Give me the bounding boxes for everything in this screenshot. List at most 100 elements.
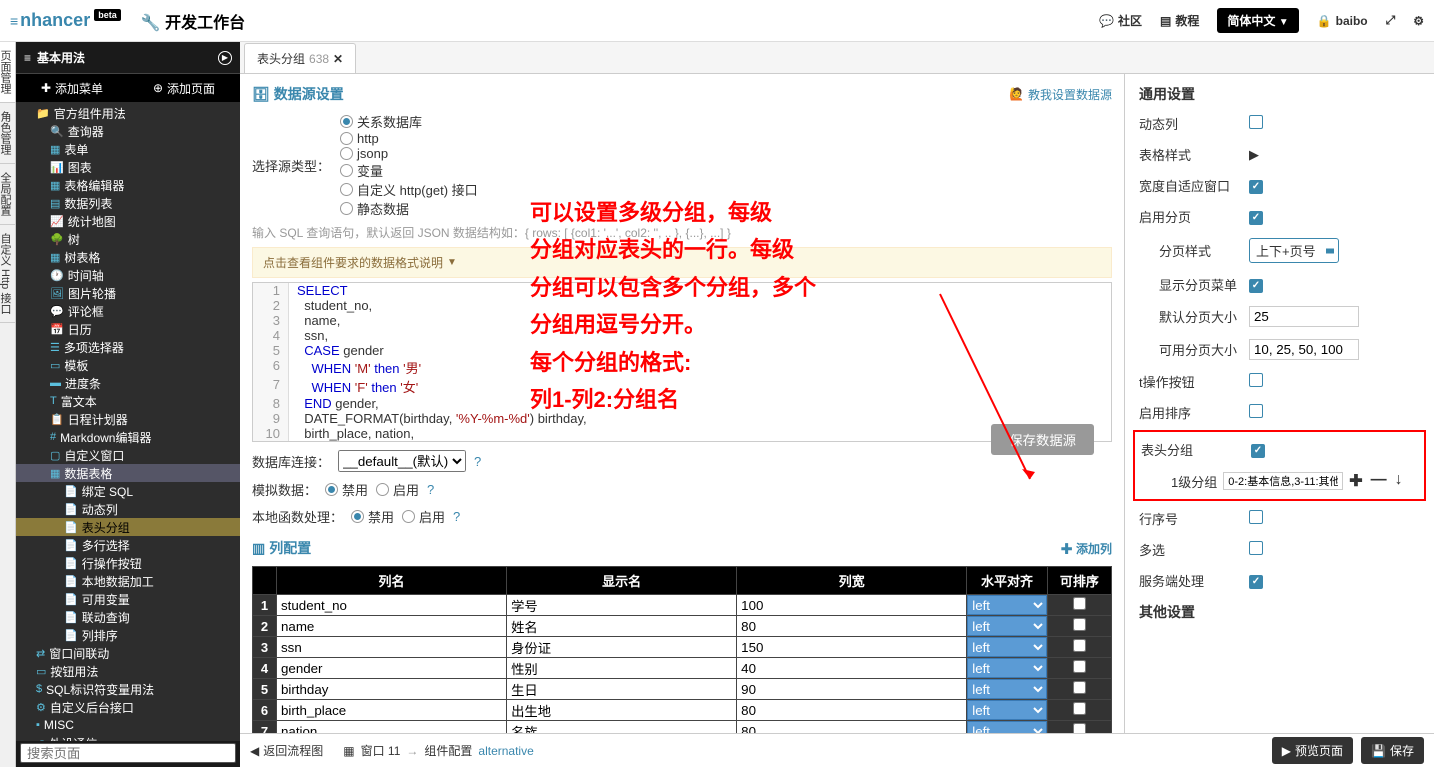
tree-file[interactable]: 📄行操作按钮 — [16, 554, 240, 572]
col-disp-input[interactable] — [507, 679, 736, 699]
group-value-input[interactable] — [1223, 472, 1343, 490]
user-menu[interactable]: 🔒baibo — [1317, 14, 1368, 28]
tab-header-group[interactable]: 表头分组638 ✕ — [244, 43, 356, 73]
col-disp-input[interactable] — [507, 700, 736, 720]
tree-folder[interactable]: #Markdown编辑器 — [16, 428, 240, 446]
col-align-select[interactable]: left — [967, 616, 1046, 636]
settings-icon[interactable]: ⚙ — [1413, 14, 1424, 28]
col-align-select[interactable]: left — [967, 721, 1046, 733]
property-text-input[interactable] — [1249, 339, 1359, 360]
tree-file[interactable]: 📄表头分组 — [16, 518, 240, 536]
col-width-input[interactable] — [737, 658, 966, 678]
group-down-icon[interactable]: ↓ — [1395, 471, 1403, 491]
add-column-button[interactable]: ✚ 添加列 — [1061, 540, 1112, 557]
add-menu-button[interactable]: ✚添加菜单 — [16, 80, 128, 97]
tree-folder[interactable]: ▤数据列表 — [16, 194, 240, 212]
col-sortable-checkbox[interactable] — [1073, 597, 1086, 610]
col-width-input[interactable] — [737, 595, 966, 615]
tree-file[interactable]: 📄本地数据加工 — [16, 572, 240, 590]
col-disp-input[interactable] — [507, 721, 736, 733]
tree-folder[interactable]: 📁官方组件用法 — [16, 104, 240, 122]
tree-folder[interactable]: 📈统计地图 — [16, 212, 240, 230]
col-width-input[interactable] — [737, 679, 966, 699]
property-checkbox[interactable] — [1249, 575, 1263, 589]
tree-folder[interactable]: ▭模板 — [16, 356, 240, 374]
property-checkbox[interactable] — [1249, 510, 1263, 524]
col-name-input[interactable] — [277, 616, 506, 636]
add-page-button[interactable]: ⊕添加页面 — [128, 80, 240, 97]
tree-folder[interactable]: ⇄窗口间联动 — [16, 644, 240, 662]
col-align-select[interactable]: left — [967, 637, 1046, 657]
source-type-radio[interactable]: 静态数据 — [340, 199, 478, 218]
source-type-radio[interactable]: 自定义 http(get) 接口 — [340, 180, 478, 199]
property-checkbox[interactable] — [1249, 180, 1263, 194]
property-text-input[interactable] — [1249, 306, 1359, 327]
tree-folder[interactable]: 🖼图片轮播 — [16, 284, 240, 302]
vertical-tab[interactable]: 自定义 Http 接口 — [0, 225, 15, 323]
tree-file[interactable]: 📄多行选择 — [16, 536, 240, 554]
tree-file[interactable]: 📄动态列 — [16, 500, 240, 518]
col-sortable-checkbox[interactable] — [1073, 723, 1086, 733]
tree-folder[interactable]: ↗外设通信 — [16, 734, 240, 741]
vertical-tab[interactable]: 全局配置 — [0, 164, 15, 225]
play-icon[interactable]: ▶ — [218, 51, 232, 65]
source-type-radio[interactable]: 变量 — [340, 161, 478, 180]
tree-folder[interactable]: ▭按钮用法 — [16, 662, 240, 680]
col-sortable-checkbox[interactable] — [1073, 618, 1086, 631]
tree-folder[interactable]: $SQL标识符变量用法 — [16, 680, 240, 698]
db-conn-select[interactable]: __default__(默认) — [338, 450, 466, 472]
help-icon[interactable]: ? — [427, 482, 434, 497]
col-disp-input[interactable] — [507, 637, 736, 657]
language-select[interactable]: 简体中文 ▼ — [1217, 8, 1298, 33]
col-align-select[interactable]: left — [967, 700, 1046, 720]
property-checkbox[interactable] — [1249, 211, 1263, 225]
tree-file[interactable]: 📄可用变量 — [16, 590, 240, 608]
expand-icon[interactable]: ▶ — [1249, 147, 1259, 162]
tutorial-link[interactable]: ▤教程 — [1160, 12, 1199, 29]
source-type-radio[interactable]: jsonp — [340, 146, 478, 161]
col-sortable-checkbox[interactable] — [1073, 639, 1086, 652]
workbench-link[interactable]: 🔧 开发工作台 — [141, 9, 245, 33]
close-icon[interactable]: ✕ — [333, 52, 343, 66]
tree-folder[interactable]: ▦树表格 — [16, 248, 240, 266]
logo[interactable]: ≡ nhancer beta — [10, 10, 121, 31]
datasource-help-link[interactable]: 🙋教我设置数据源 — [1009, 86, 1112, 103]
col-name-input[interactable] — [277, 721, 506, 733]
help-icon[interactable]: ? — [474, 454, 481, 469]
expand-icon[interactable]: ⤢ — [1386, 13, 1396, 28]
mock-enable-radio[interactable]: 启用 — [376, 480, 419, 499]
mock-disable-radio[interactable]: 禁用 — [325, 480, 368, 499]
save-datasource-button[interactable]: 保存数据源 — [991, 424, 1094, 455]
tree-folder[interactable]: 💬评论框 — [16, 302, 240, 320]
tree-folder[interactable]: 📋日程计划器 — [16, 410, 240, 428]
tree-folder[interactable]: 📅日历 — [16, 320, 240, 338]
tree-folder[interactable]: ▦数据表格 — [16, 464, 240, 482]
col-width-input[interactable] — [737, 721, 966, 733]
back-link[interactable]: ◀返回流程图 — [250, 742, 323, 759]
property-checkbox[interactable] — [1249, 115, 1263, 129]
header-group-checkbox[interactable] — [1251, 444, 1265, 458]
col-name-input[interactable] — [277, 595, 506, 615]
property-select[interactable]: 上下+页号 — [1249, 238, 1339, 263]
community-link[interactable]: 💬社区 — [1099, 12, 1142, 29]
col-align-select[interactable]: left — [967, 595, 1046, 615]
tree-folder[interactable]: ▦表单 — [16, 140, 240, 158]
preview-button[interactable]: ▶预览页面 — [1272, 737, 1353, 764]
group-add-icon[interactable]: ✚ — [1349, 471, 1362, 491]
localfn-disable-radio[interactable]: 禁用 — [351, 507, 394, 526]
col-sortable-checkbox[interactable] — [1073, 681, 1086, 694]
localfn-enable-radio[interactable]: 启用 — [402, 507, 445, 526]
search-input[interactable] — [20, 743, 236, 763]
property-checkbox[interactable] — [1249, 404, 1263, 418]
col-width-input[interactable] — [737, 700, 966, 720]
tree-folder[interactable]: 🌳树 — [16, 230, 240, 248]
tree-file[interactable]: 📄联动查询 — [16, 608, 240, 626]
tree-folder[interactable]: ▬进度条 — [16, 374, 240, 392]
save-button[interactable]: 💾保存 — [1361, 737, 1424, 764]
property-checkbox[interactable] — [1249, 373, 1263, 387]
tree-file[interactable]: 📄绑定 SQL — [16, 482, 240, 500]
source-type-radio[interactable]: http — [340, 131, 478, 146]
tree-folder[interactable]: T富文本 — [16, 392, 240, 410]
col-name-input[interactable] — [277, 679, 506, 699]
col-sortable-checkbox[interactable] — [1073, 702, 1086, 715]
